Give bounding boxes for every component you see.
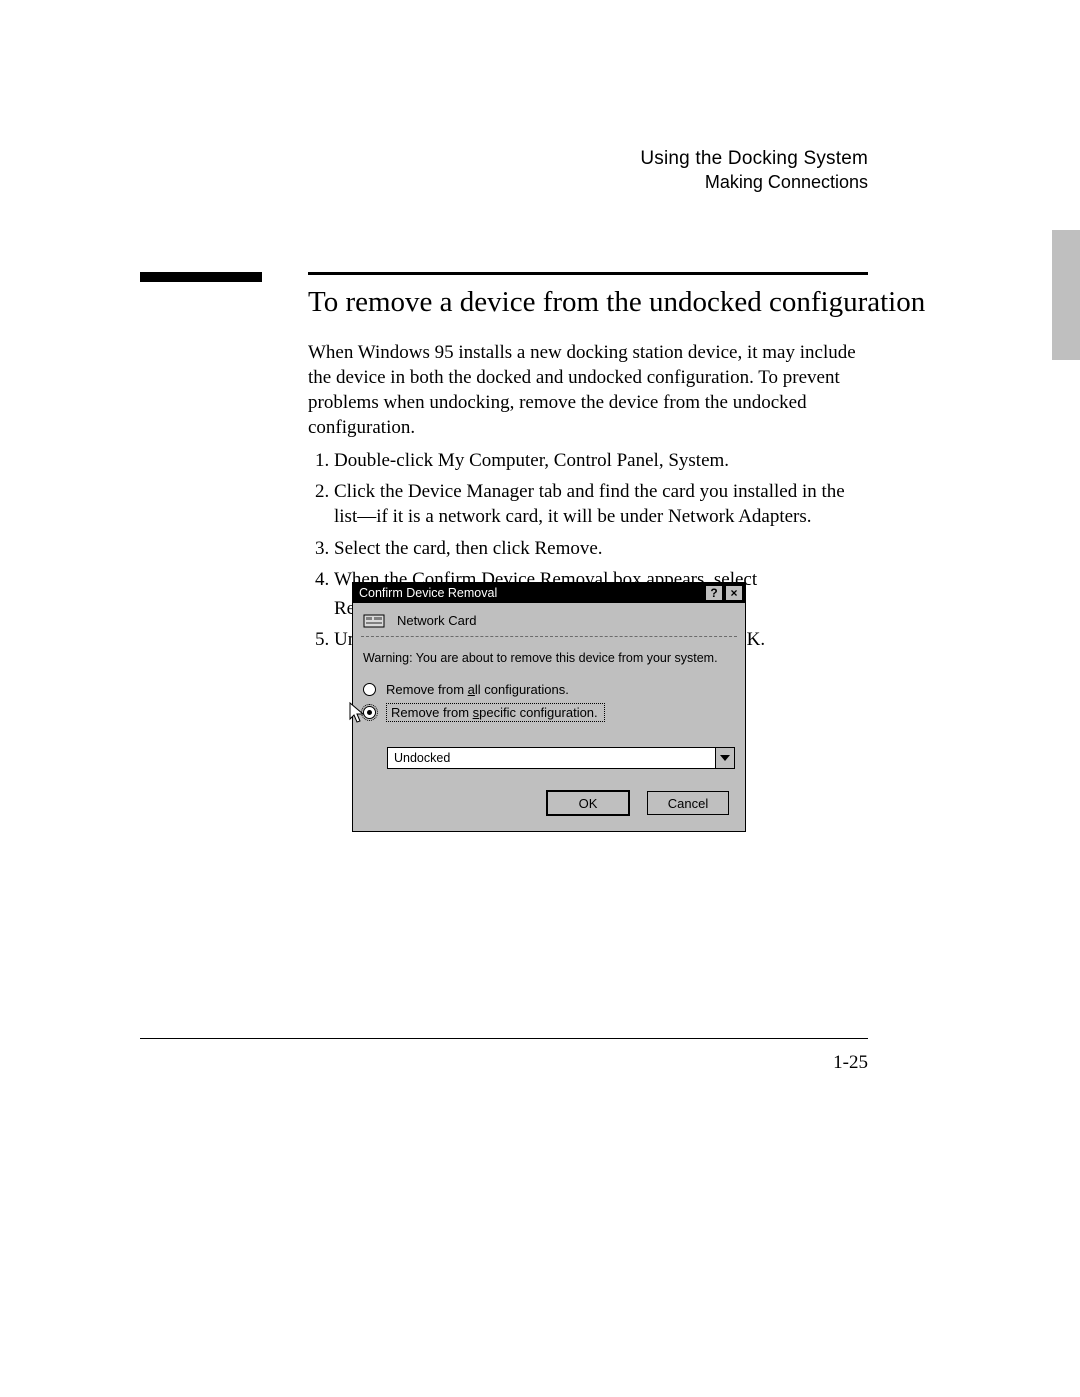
running-header: Using the Docking System Making Connecti… <box>640 148 868 193</box>
configuration-combobox[interactable]: Undocked <box>387 747 735 769</box>
option-remove-specific-label: Remove from specific configuration. <box>386 703 605 722</box>
warning-text: Warning: You are about to remove this de… <box>353 637 745 675</box>
rule-top <box>308 272 868 275</box>
network-card-icon <box>363 612 387 630</box>
header-section: Making Connections <box>640 172 868 193</box>
intro-paragraph: When Windows 95 installs a new docking s… <box>308 340 868 440</box>
titlebar[interactable]: Confirm Device Removal ? × <box>353 583 745 603</box>
list-item: Select the card, then click Remove. <box>334 536 868 561</box>
dialog-button-row: OK Cancel <box>353 777 745 831</box>
help-icon: ? <box>710 587 717 599</box>
configuration-row: Undocked <box>353 731 745 777</box>
close-icon: × <box>730 587 737 599</box>
radio-group: Remove from all configurations. Remove f… <box>353 675 745 731</box>
dialog-figure: Confirm Device Removal ? × Network Card … <box>352 582 746 832</box>
device-name-label: Network Card <box>353 603 745 636</box>
page-number: 1-25 <box>833 1052 868 1074</box>
close-button[interactable]: × <box>725 585 743 601</box>
radio-unchecked-icon <box>363 683 376 696</box>
header-chapter: Using the Docking System <box>640 148 868 170</box>
rule-stub <box>140 272 262 282</box>
option-remove-specific[interactable]: Remove from specific configuration. <box>363 700 735 725</box>
section-heading: To remove a device from the undocked con… <box>308 286 925 319</box>
help-button[interactable]: ? <box>705 585 723 601</box>
page-thumb-tab <box>1052 230 1080 360</box>
chevron-down-icon[interactable] <box>715 747 735 769</box>
cancel-button[interactable]: Cancel <box>647 791 729 815</box>
option-remove-all-label: Remove from all configurations. <box>386 682 569 697</box>
list-item: Click the Device Manager tab and find th… <box>334 479 868 529</box>
confirm-device-removal-dialog: Confirm Device Removal ? × Network Card … <box>352 582 746 832</box>
ok-button[interactable]: OK <box>547 791 629 815</box>
footer-rule <box>140 1038 868 1039</box>
mouse-cursor-icon <box>347 701 371 725</box>
configuration-value: Undocked <box>387 747 715 769</box>
dialog-title: Confirm Device Removal <box>359 586 703 600</box>
option-remove-all[interactable]: Remove from all configurations. <box>363 679 735 700</box>
list-item: Double-click My Computer, Control Panel,… <box>334 448 868 473</box>
